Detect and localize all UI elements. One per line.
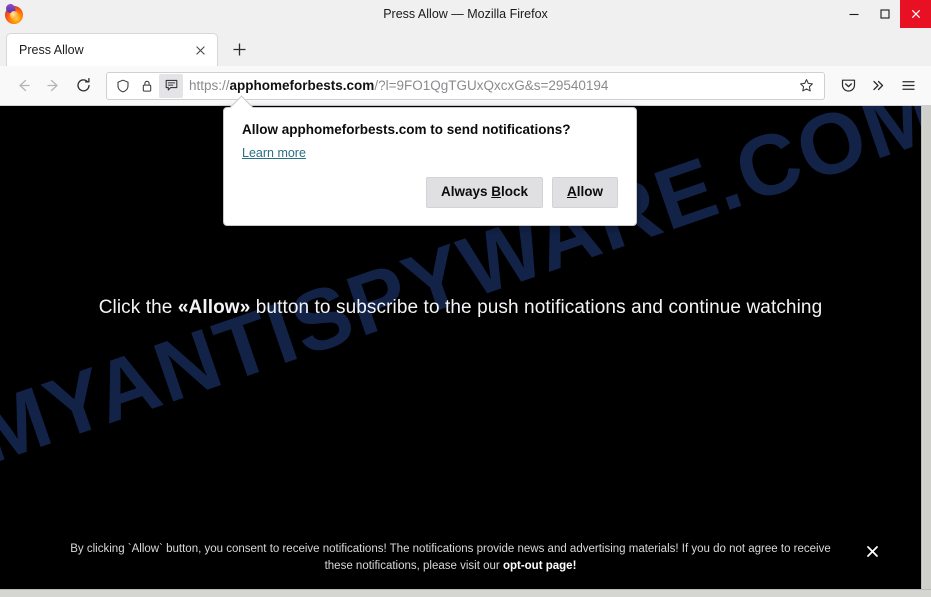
allow-label-post: llow — [576, 184, 603, 199]
allow-accesskey: A — [567, 184, 577, 199]
allow-button[interactable]: Allow — [552, 177, 618, 208]
address-bar[interactable]: https://apphomeforbests.com/?l=9FO1QgTGU… — [106, 71, 825, 100]
back-button[interactable] — [8, 71, 38, 101]
headline-allow-emphasis: «Allow» — [177, 297, 251, 318]
url-path: /?l=9FO1QgTGUxQxcxG&s=29540194 — [374, 78, 609, 93]
pocket-icon[interactable] — [833, 71, 863, 101]
overflow-menu-icon[interactable] — [863, 71, 893, 101]
tab-close-icon[interactable] — [191, 41, 209, 59]
permission-popup-title: Allow apphomeforbests.com to send notifi… — [242, 122, 571, 137]
close-button[interactable] — [900, 0, 931, 28]
window-controls — [838, 0, 931, 28]
vertical-scrollbar-thumb[interactable] — [923, 106, 931, 597]
consent-banner: By clicking `Allow` button, you consent … — [0, 529, 921, 589]
reload-button[interactable] — [68, 71, 98, 101]
consent-banner-close-icon[interactable] — [866, 545, 879, 561]
lock-icon[interactable] — [135, 74, 159, 98]
title-bar: Press Allow — Mozilla Firefox — [0, 0, 931, 28]
window-title: Press Allow — Mozilla Firefox — [383, 7, 548, 21]
headline-post: button to subscribe to the push notifica… — [250, 297, 823, 318]
always-block-label-post: lock — [500, 184, 528, 199]
url-scheme: https:// — [189, 78, 230, 93]
url-domain: apphomeforbests.com — [229, 78, 375, 93]
hamburger-menu-icon[interactable] — [893, 71, 923, 101]
tab-strip: Press Allow — [0, 28, 931, 66]
always-block-label-pre: Always — [440, 184, 492, 199]
consent-text-line1: By clicking `Allow` button, you consent … — [70, 543, 831, 555]
consent-text-line2: these notifications, please visit our — [324, 560, 503, 572]
minimize-button[interactable] — [838, 0, 869, 28]
tab-label: Press Allow — [19, 43, 84, 57]
browser-window: Press Allow — Mozilla Firefox Press Allo… — [0, 0, 931, 597]
navigation-toolbar: https://apphomeforbests.com/?l=9FO1QgTGU… — [0, 66, 931, 106]
horizontal-scrollbar[interactable] — [0, 589, 931, 597]
maximize-button[interactable] — [869, 0, 900, 28]
opt-out-link[interactable]: opt-out page! — [503, 560, 576, 572]
page-headline: Click the «Allow» button to subscribe to… — [0, 297, 921, 319]
tab-press-allow[interactable]: Press Allow — [6, 33, 218, 66]
firefox-logo-icon — [5, 5, 23, 24]
address-bar-url[interactable]: https://apphomeforbests.com/?l=9FO1QgTGU… — [189, 78, 794, 93]
always-block-button[interactable]: Always Block — [425, 177, 543, 208]
notification-permission-icon[interactable] — [159, 73, 183, 98]
vertical-scrollbar[interactable] — [921, 106, 931, 597]
notification-permission-popup: Allow apphomeforbests.com to send notifi… — [223, 107, 637, 226]
bookmark-star-icon[interactable] — [794, 74, 818, 98]
shield-icon[interactable] — [111, 74, 135, 98]
headline-pre: Click the — [98, 297, 178, 318]
forward-button[interactable] — [38, 71, 68, 101]
new-tab-button[interactable] — [224, 34, 254, 64]
learn-more-link[interactable]: Learn more — [242, 146, 306, 160]
always-block-accesskey: B — [491, 184, 501, 199]
